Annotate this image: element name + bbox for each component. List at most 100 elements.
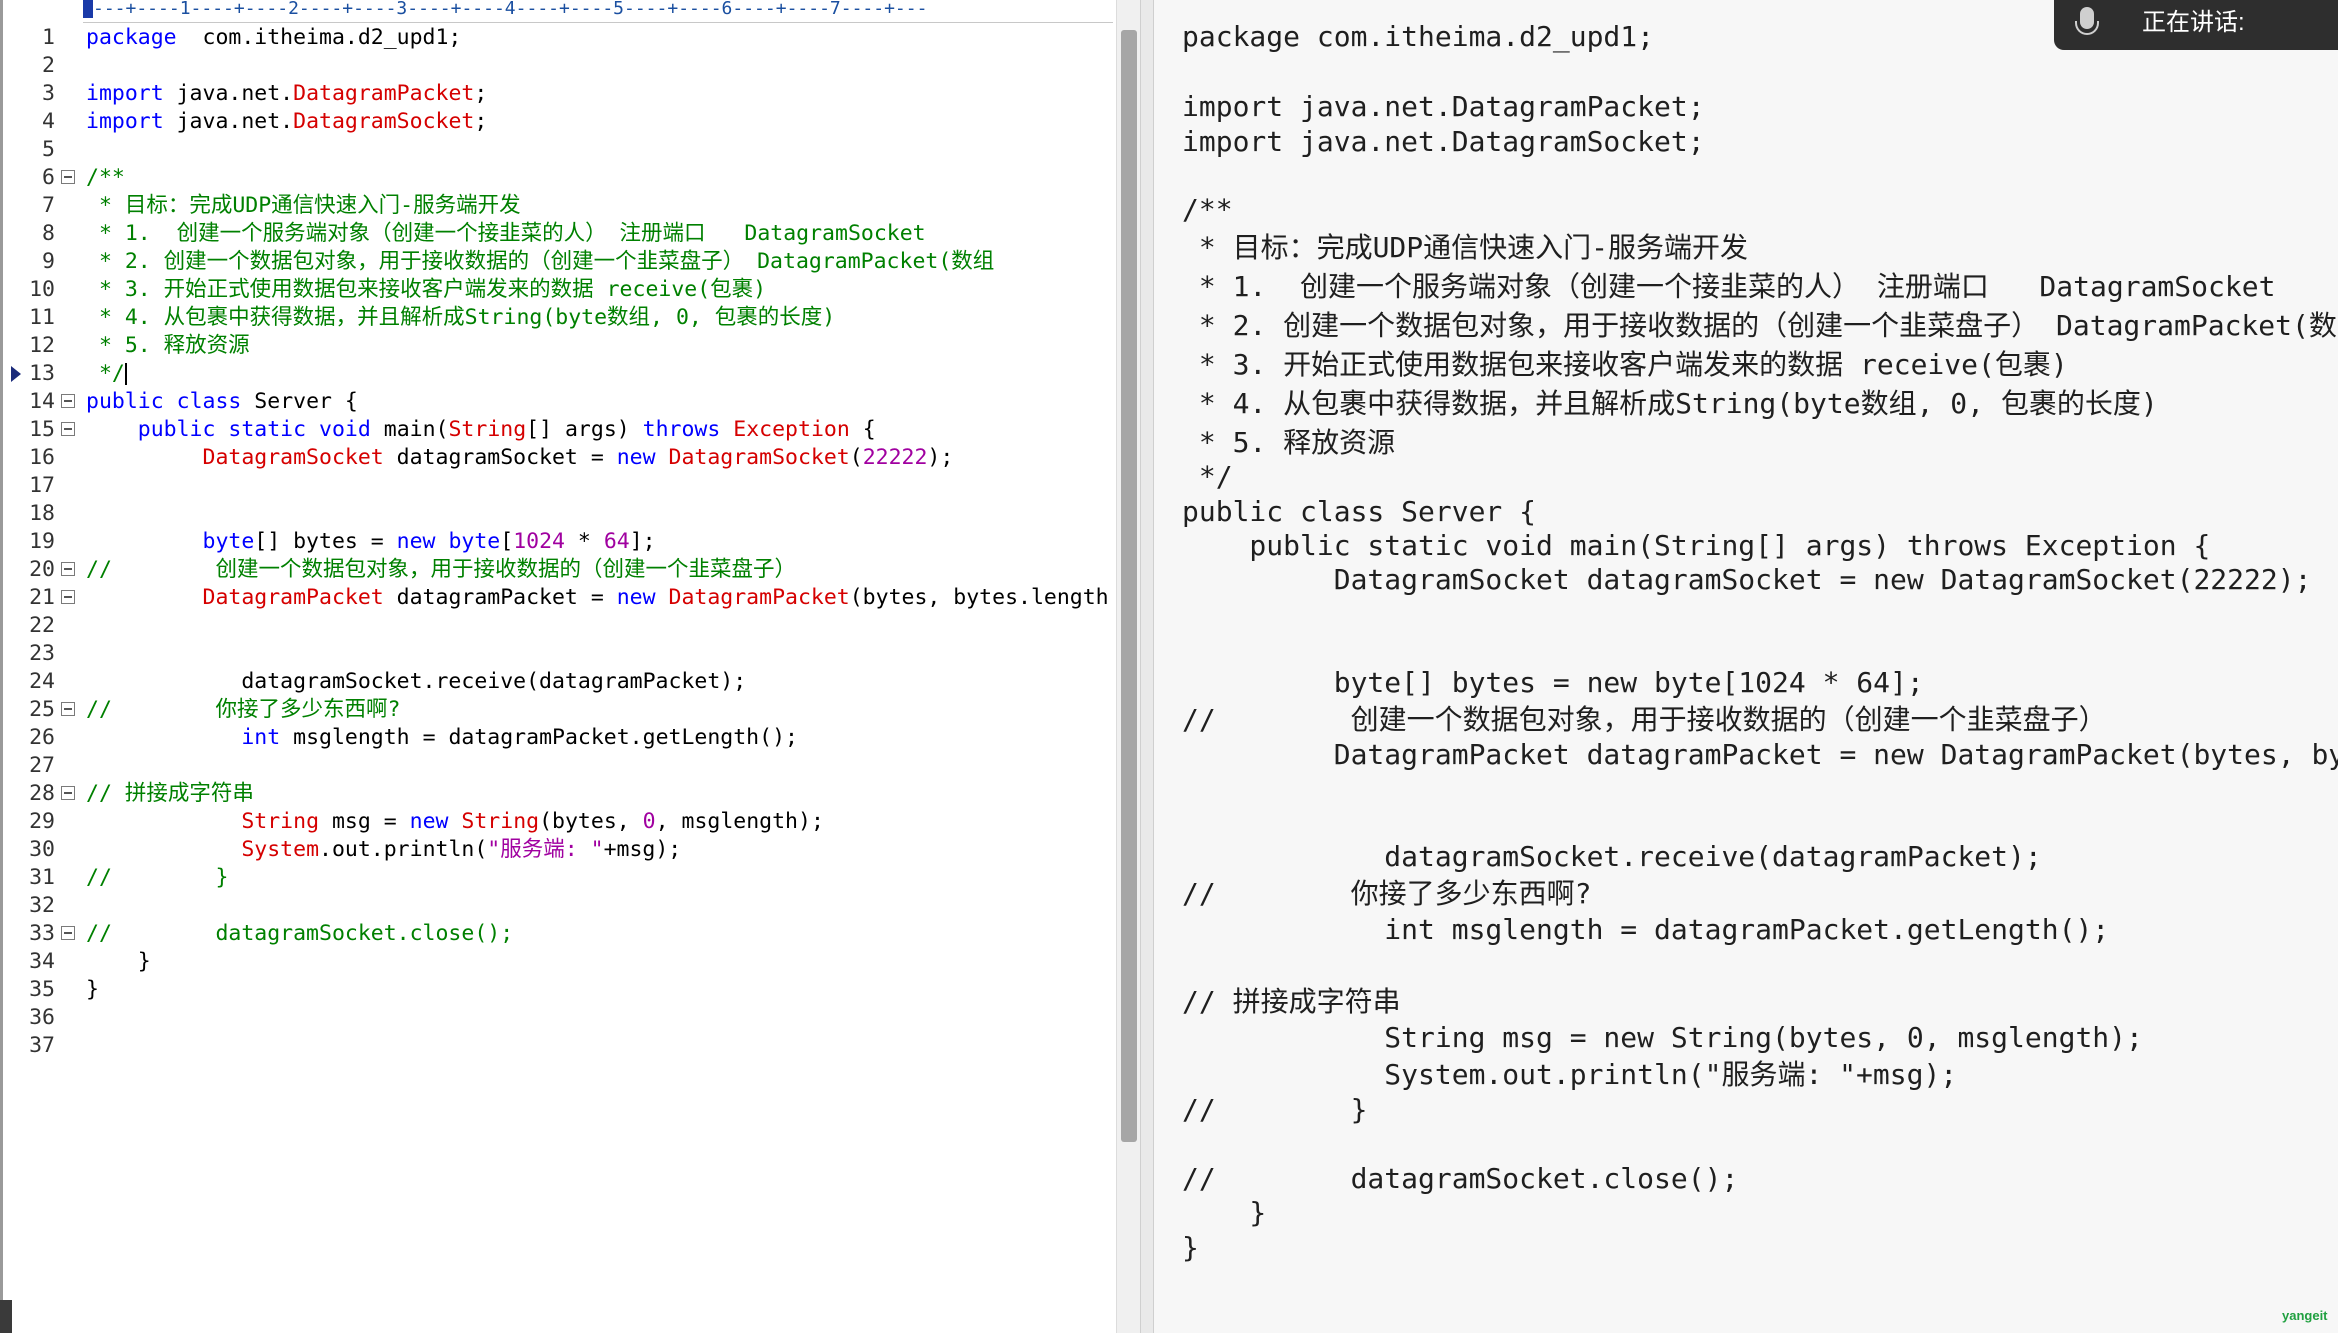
- code-text: * 3. 开始正式使用数据包来接收客户端发来的数据 receive(包裹): [86, 276, 766, 304]
- fold-toggle-icon[interactable]: [61, 590, 75, 604]
- code-line[interactable]: 18: [3, 500, 1113, 528]
- code-text: * 2. 创建一个数据包对象，用于接收数据的（创建一个韭菜盘子） Datagra…: [86, 248, 994, 276]
- code-token: (bytes, bytes.length: [849, 585, 1109, 610]
- code-token: Exception: [733, 417, 850, 442]
- line-number: 12: [29, 333, 55, 358]
- fold-toggle-icon[interactable]: [61, 702, 75, 716]
- code-token: public: [86, 389, 164, 414]
- code-line[interactable]: 14 public class Server {: [3, 388, 1113, 416]
- line-number: 2: [42, 53, 55, 78]
- line-number: 5: [42, 137, 55, 162]
- line-number: 1: [42, 25, 55, 50]
- code-line[interactable]: 30 System.out.println("服务端: "+msg);: [3, 836, 1113, 864]
- code-line[interactable]: 11 * 4. 从包裹中获得数据，并且解析成String(byte数组, 0, …: [3, 304, 1113, 332]
- code-line[interactable]: 26 int msglength = datagramPacket.getLen…: [3, 724, 1113, 752]
- line-number: 8: [42, 221, 55, 246]
- code-line[interactable]: 37: [3, 1032, 1113, 1060]
- code-token: 64: [603, 529, 630, 554]
- preview-code-line: // datagramSocket.close();: [1182, 1162, 1739, 1195]
- code-line[interactable]: 16 DatagramSocket datagramSocket = new D…: [3, 444, 1113, 472]
- code-token: }: [86, 977, 99, 1002]
- code-line[interactable]: 33 // datagramSocket.close();: [3, 920, 1113, 948]
- code-text: public class Server {: [86, 388, 358, 416]
- code-token: .out.println(: [319, 837, 488, 862]
- code-token: // 你接了多少东西啊?: [86, 697, 401, 722]
- code-line[interactable]: 5: [3, 136, 1113, 164]
- code-token: datagramPacket =: [383, 585, 617, 610]
- code-line[interactable]: 36: [3, 1004, 1113, 1032]
- code-line[interactable]: 12 * 5. 释放资源: [3, 332, 1113, 360]
- window-edge: [0, 1300, 12, 1333]
- code-token: new: [616, 445, 656, 470]
- preview-code-line: public class Server {: [1182, 495, 1537, 528]
- fold-toggle-icon[interactable]: [61, 562, 75, 576]
- preview-code-line: // 你接了多少东西啊?: [1182, 877, 1592, 910]
- preview-code-line: }: [1182, 1196, 1267, 1229]
- code-line[interactable]: 25 // 你接了多少东西啊?: [3, 696, 1113, 724]
- code-line[interactable]: 1 package com.itheima.d2_upd1;: [3, 24, 1113, 52]
- code-token: );: [927, 445, 954, 470]
- code-line[interactable]: 29 String msg = new String(bytes, 0, msg…: [3, 808, 1113, 836]
- code-line[interactable]: 3 import java.net.DatagramPacket;: [3, 80, 1113, 108]
- code-line[interactable]: 23: [3, 640, 1113, 668]
- code-token: // 拼接成字符串: [86, 781, 254, 806]
- code-line[interactable]: 24 datagramSocket.receive(datagramPacket…: [3, 668, 1113, 696]
- preview-code-line: datagramSocket.receive(datagramPacket);: [1182, 840, 2042, 873]
- code-line[interactable]: 20 // 创建一个数据包对象，用于接收数据的（创建一个韭菜盘子）: [3, 556, 1113, 584]
- code-line[interactable]: 9 * 2. 创建一个数据包对象，用于接收数据的（创建一个韭菜盘子） Datag…: [3, 248, 1113, 276]
- code-line[interactable]: 31 // }: [3, 864, 1113, 892]
- code-line[interactable]: 22: [3, 612, 1113, 640]
- code-text: DatagramPacket datagramPacket = new Data…: [86, 584, 1109, 612]
- code-line[interactable]: 7 * 目标：完成UDP通信快速入门-服务端开发: [3, 192, 1113, 220]
- code-text: /**: [86, 164, 125, 192]
- text-caret: [124, 363, 127, 385]
- code-line[interactable]: 17: [3, 472, 1113, 500]
- line-number: 22: [29, 613, 55, 638]
- code-line[interactable]: 28 // 拼接成字符串: [3, 780, 1113, 808]
- code-token: DatagramSocket: [293, 109, 475, 134]
- code-editor[interactable]: ---+----1----+----2----+----3----+----4-…: [0, 0, 1116, 1333]
- fold-toggle-icon[interactable]: [61, 170, 75, 184]
- code-line[interactable]: 10 * 3. 开始正式使用数据包来接收客户端发来的数据 receive(包裹): [3, 276, 1113, 304]
- fold-toggle-icon[interactable]: [61, 926, 75, 940]
- line-number: 11: [29, 305, 55, 330]
- code-line[interactable]: 15 public static void main(String[] args…: [3, 416, 1113, 444]
- code-token: datagramSocket.receive(datagramPacket);: [86, 669, 747, 694]
- code-token: {: [849, 417, 876, 442]
- code-token: 22222: [862, 445, 928, 470]
- code-text: byte[] bytes = new byte[1024 * 64];: [86, 528, 656, 556]
- pane-splitter[interactable]: [1140, 0, 1154, 1333]
- fold-toggle-icon[interactable]: [61, 394, 75, 408]
- preview-code-line: import java.net.DatagramPacket;: [1182, 90, 1705, 123]
- code-token: void: [319, 417, 371, 442]
- preview-code-line: package com.itheima.d2_upd1;: [1182, 20, 1655, 53]
- editor-vertical-scrollbar[interactable]: [1116, 0, 1141, 1333]
- code-line[interactable]: 27: [3, 752, 1113, 780]
- code-line[interactable]: 34 }: [3, 948, 1113, 976]
- code-token: byte: [202, 529, 255, 554]
- fold-toggle-icon[interactable]: [61, 422, 75, 436]
- line-number: 31: [29, 865, 55, 890]
- preview-code-line: /**: [1182, 193, 1233, 226]
- code-text: }: [86, 948, 151, 976]
- code-line[interactable]: 2: [3, 52, 1113, 80]
- code-area[interactable]: 1 package com.itheima.d2_upd1; 2 3 import ja…: [3, 24, 1113, 1060]
- scrollbar-thumb[interactable]: [1121, 30, 1137, 1142]
- code-token: */: [86, 361, 125, 386]
- fold-toggle-icon[interactable]: [61, 786, 75, 800]
- code-line[interactable]: 4 import java.net.DatagramSocket;: [3, 108, 1113, 136]
- code-token: // datagramSocket.close();: [86, 921, 514, 946]
- code-line[interactable]: 21 DatagramPacket datagramPacket = new D…: [3, 584, 1113, 612]
- code-token: String: [448, 417, 527, 442]
- code-line[interactable]: 35}: [3, 976, 1113, 1004]
- code-line[interactable]: 13 */: [3, 360, 1113, 388]
- line-number: 20: [29, 557, 55, 582]
- code-line[interactable]: 8 * 1. 创建一个服务端对象（创建一个接韭菜的人） 注册端口 Datagra…: [3, 220, 1113, 248]
- code-line[interactable]: 6 /**: [3, 164, 1113, 192]
- code-line[interactable]: 32: [3, 892, 1113, 920]
- code-line[interactable]: 19 byte[] bytes = new byte[1024 * 64];: [3, 528, 1113, 556]
- code-token: * 1. 创建一个服务端对象（创建一个接韭菜的人） 注册端口 DatagramS…: [86, 221, 926, 246]
